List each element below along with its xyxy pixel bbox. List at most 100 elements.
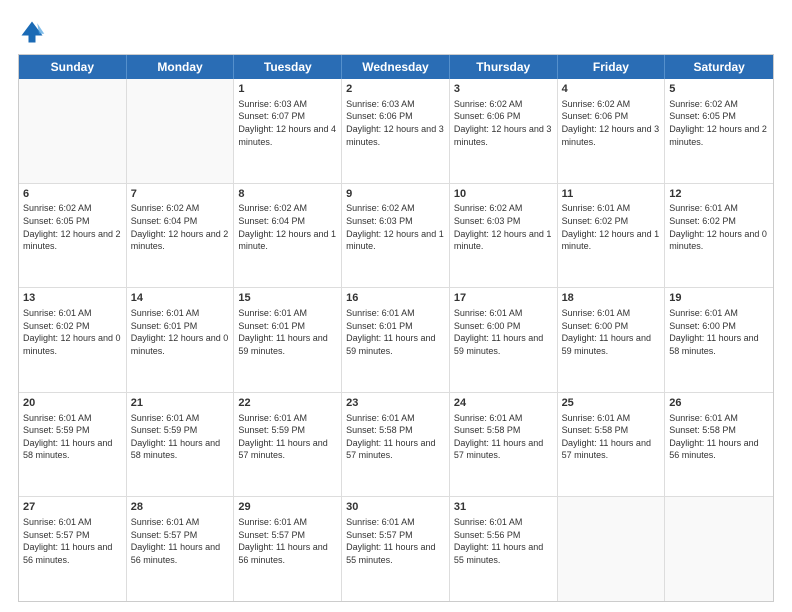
cell-info: Sunrise: 6:02 AM Sunset: 6:06 PM Dayligh… <box>454 98 553 148</box>
day-number: 14 <box>131 291 230 306</box>
day-number: 19 <box>669 291 769 306</box>
week-row-2: 6Sunrise: 6:02 AM Sunset: 6:05 PM Daylig… <box>19 184 773 289</box>
cell-info: Sunrise: 6:01 AM Sunset: 5:58 PM Dayligh… <box>562 412 661 462</box>
cell-info: Sunrise: 6:01 AM Sunset: 5:57 PM Dayligh… <box>23 516 122 566</box>
day-number: 16 <box>346 291 445 306</box>
calendar-body: 1Sunrise: 6:03 AM Sunset: 6:07 PM Daylig… <box>19 79 773 601</box>
header-day-sunday: Sunday <box>19 55 127 79</box>
cal-cell: 23Sunrise: 6:01 AM Sunset: 5:58 PM Dayli… <box>342 393 450 497</box>
cal-cell: 22Sunrise: 6:01 AM Sunset: 5:59 PM Dayli… <box>234 393 342 497</box>
week-row-4: 20Sunrise: 6:01 AM Sunset: 5:59 PM Dayli… <box>19 393 773 498</box>
day-number: 28 <box>131 500 230 515</box>
cal-cell: 31Sunrise: 6:01 AM Sunset: 5:56 PM Dayli… <box>450 497 558 601</box>
header-day-thursday: Thursday <box>450 55 558 79</box>
cal-cell: 20Sunrise: 6:01 AM Sunset: 5:59 PM Dayli… <box>19 393 127 497</box>
header-day-tuesday: Tuesday <box>234 55 342 79</box>
cal-cell <box>19 79 127 183</box>
day-number: 27 <box>23 500 122 515</box>
day-number: 31 <box>454 500 553 515</box>
week-row-3: 13Sunrise: 6:01 AM Sunset: 6:02 PM Dayli… <box>19 288 773 393</box>
cal-cell: 8Sunrise: 6:02 AM Sunset: 6:04 PM Daylig… <box>234 184 342 288</box>
cal-cell: 1Sunrise: 6:03 AM Sunset: 6:07 PM Daylig… <box>234 79 342 183</box>
cal-cell: 17Sunrise: 6:01 AM Sunset: 6:00 PM Dayli… <box>450 288 558 392</box>
cal-cell: 9Sunrise: 6:02 AM Sunset: 6:03 PM Daylig… <box>342 184 450 288</box>
day-number: 6 <box>23 187 122 202</box>
cell-info: Sunrise: 6:01 AM Sunset: 6:02 PM Dayligh… <box>562 202 661 252</box>
day-number: 3 <box>454 82 553 97</box>
header-day-monday: Monday <box>127 55 235 79</box>
cal-cell: 3Sunrise: 6:02 AM Sunset: 6:06 PM Daylig… <box>450 79 558 183</box>
header-day-friday: Friday <box>558 55 666 79</box>
cell-info: Sunrise: 6:01 AM Sunset: 5:58 PM Dayligh… <box>346 412 445 462</box>
cell-info: Sunrise: 6:02 AM Sunset: 6:04 PM Dayligh… <box>238 202 337 252</box>
cell-info: Sunrise: 6:02 AM Sunset: 6:03 PM Dayligh… <box>454 202 553 252</box>
cal-cell: 29Sunrise: 6:01 AM Sunset: 5:57 PM Dayli… <box>234 497 342 601</box>
day-number: 25 <box>562 396 661 411</box>
cal-cell <box>558 497 666 601</box>
logo-icon <box>18 18 46 46</box>
day-number: 21 <box>131 396 230 411</box>
cell-info: Sunrise: 6:01 AM Sunset: 5:58 PM Dayligh… <box>454 412 553 462</box>
day-number: 24 <box>454 396 553 411</box>
cell-info: Sunrise: 6:01 AM Sunset: 5:59 PM Dayligh… <box>23 412 122 462</box>
cell-info: Sunrise: 6:01 AM Sunset: 5:58 PM Dayligh… <box>669 412 769 462</box>
cell-info: Sunrise: 6:02 AM Sunset: 6:05 PM Dayligh… <box>669 98 769 148</box>
day-number: 17 <box>454 291 553 306</box>
cal-cell: 26Sunrise: 6:01 AM Sunset: 5:58 PM Dayli… <box>665 393 773 497</box>
week-row-5: 27Sunrise: 6:01 AM Sunset: 5:57 PM Dayli… <box>19 497 773 601</box>
header-day-saturday: Saturday <box>665 55 773 79</box>
day-number: 18 <box>562 291 661 306</box>
day-number: 2 <box>346 82 445 97</box>
cell-info: Sunrise: 6:03 AM Sunset: 6:06 PM Dayligh… <box>346 98 445 148</box>
cell-info: Sunrise: 6:01 AM Sunset: 6:01 PM Dayligh… <box>346 307 445 357</box>
day-number: 23 <box>346 396 445 411</box>
cell-info: Sunrise: 6:01 AM Sunset: 6:01 PM Dayligh… <box>238 307 337 357</box>
cell-info: Sunrise: 6:01 AM Sunset: 5:57 PM Dayligh… <box>238 516 337 566</box>
cell-info: Sunrise: 6:02 AM Sunset: 6:05 PM Dayligh… <box>23 202 122 252</box>
cal-cell: 19Sunrise: 6:01 AM Sunset: 6:00 PM Dayli… <box>665 288 773 392</box>
cal-cell: 12Sunrise: 6:01 AM Sunset: 6:02 PM Dayli… <box>665 184 773 288</box>
cal-cell: 30Sunrise: 6:01 AM Sunset: 5:57 PM Dayli… <box>342 497 450 601</box>
day-number: 9 <box>346 187 445 202</box>
cell-info: Sunrise: 6:01 AM Sunset: 6:00 PM Dayligh… <box>669 307 769 357</box>
day-number: 15 <box>238 291 337 306</box>
cell-info: Sunrise: 6:02 AM Sunset: 6:06 PM Dayligh… <box>562 98 661 148</box>
day-number: 4 <box>562 82 661 97</box>
cal-cell: 15Sunrise: 6:01 AM Sunset: 6:01 PM Dayli… <box>234 288 342 392</box>
cal-cell: 27Sunrise: 6:01 AM Sunset: 5:57 PM Dayli… <box>19 497 127 601</box>
day-number: 22 <box>238 396 337 411</box>
cell-info: Sunrise: 6:01 AM Sunset: 5:57 PM Dayligh… <box>346 516 445 566</box>
day-number: 13 <box>23 291 122 306</box>
cell-info: Sunrise: 6:01 AM Sunset: 6:01 PM Dayligh… <box>131 307 230 357</box>
cell-info: Sunrise: 6:01 AM Sunset: 5:59 PM Dayligh… <box>238 412 337 462</box>
calendar-header: SundayMondayTuesdayWednesdayThursdayFrid… <box>19 55 773 79</box>
day-number: 30 <box>346 500 445 515</box>
cal-cell: 28Sunrise: 6:01 AM Sunset: 5:57 PM Dayli… <box>127 497 235 601</box>
cal-cell: 24Sunrise: 6:01 AM Sunset: 5:58 PM Dayli… <box>450 393 558 497</box>
cal-cell: 2Sunrise: 6:03 AM Sunset: 6:06 PM Daylig… <box>342 79 450 183</box>
cell-info: Sunrise: 6:01 AM Sunset: 6:00 PM Dayligh… <box>454 307 553 357</box>
cell-info: Sunrise: 6:01 AM Sunset: 6:00 PM Dayligh… <box>562 307 661 357</box>
cell-info: Sunrise: 6:03 AM Sunset: 6:07 PM Dayligh… <box>238 98 337 148</box>
logo <box>18 18 50 46</box>
cal-cell: 11Sunrise: 6:01 AM Sunset: 6:02 PM Dayli… <box>558 184 666 288</box>
calendar: SundayMondayTuesdayWednesdayThursdayFrid… <box>18 54 774 602</box>
week-row-1: 1Sunrise: 6:03 AM Sunset: 6:07 PM Daylig… <box>19 79 773 184</box>
cal-cell: 10Sunrise: 6:02 AM Sunset: 6:03 PM Dayli… <box>450 184 558 288</box>
cal-cell: 13Sunrise: 6:01 AM Sunset: 6:02 PM Dayli… <box>19 288 127 392</box>
cal-cell: 7Sunrise: 6:02 AM Sunset: 6:04 PM Daylig… <box>127 184 235 288</box>
cell-info: Sunrise: 6:02 AM Sunset: 6:04 PM Dayligh… <box>131 202 230 252</box>
cell-info: Sunrise: 6:01 AM Sunset: 5:57 PM Dayligh… <box>131 516 230 566</box>
cal-cell: 6Sunrise: 6:02 AM Sunset: 6:05 PM Daylig… <box>19 184 127 288</box>
cal-cell: 14Sunrise: 6:01 AM Sunset: 6:01 PM Dayli… <box>127 288 235 392</box>
day-number: 26 <box>669 396 769 411</box>
cal-cell: 4Sunrise: 6:02 AM Sunset: 6:06 PM Daylig… <box>558 79 666 183</box>
cell-info: Sunrise: 6:01 AM Sunset: 5:56 PM Dayligh… <box>454 516 553 566</box>
day-number: 8 <box>238 187 337 202</box>
header-day-wednesday: Wednesday <box>342 55 450 79</box>
cal-cell <box>665 497 773 601</box>
page: SundayMondayTuesdayWednesdayThursdayFrid… <box>0 0 792 612</box>
cal-cell: 5Sunrise: 6:02 AM Sunset: 6:05 PM Daylig… <box>665 79 773 183</box>
cell-info: Sunrise: 6:01 AM Sunset: 6:02 PM Dayligh… <box>669 202 769 252</box>
cal-cell: 16Sunrise: 6:01 AM Sunset: 6:01 PM Dayli… <box>342 288 450 392</box>
